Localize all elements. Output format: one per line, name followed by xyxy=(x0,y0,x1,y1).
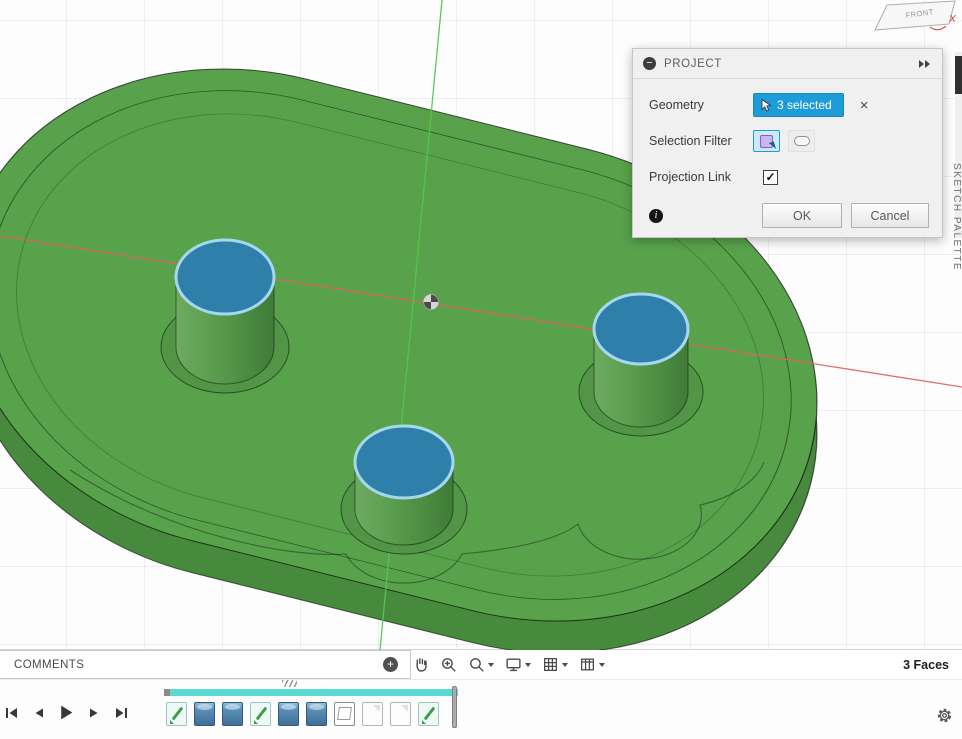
cylinder-boss-left[interactable] xyxy=(161,240,289,393)
timeline-items xyxy=(166,702,439,726)
selection-filter-row: Selection Filter xyxy=(649,123,930,159)
geometry-selected-button[interactable]: 3 selected xyxy=(753,93,844,117)
filter-bodies-button[interactable] xyxy=(753,130,780,152)
grid-icon xyxy=(542,656,559,673)
timeline-item-plane[interactable] xyxy=(390,702,411,726)
comments-panel[interactable]: COMMENTS + xyxy=(0,650,411,679)
timeline-settings-button[interactable] xyxy=(935,706,954,730)
pan-hand-icon xyxy=(412,656,429,673)
timeline-item-plane[interactable] xyxy=(362,702,383,726)
timeline-item-sketch[interactable] xyxy=(418,702,439,726)
pan-button[interactable] xyxy=(412,656,429,673)
display-monitor-icon xyxy=(505,656,522,673)
selected-face-left[interactable] xyxy=(176,240,274,314)
timeline-item-extrude[interactable] xyxy=(222,702,243,726)
dialog-footer: i OK Cancel xyxy=(633,195,942,228)
cylinder-boss-bottom[interactable] xyxy=(341,426,467,554)
step-forward-button[interactable] xyxy=(88,706,101,720)
zoom-fit-button[interactable] xyxy=(440,656,457,673)
selection-status: 3 Faces xyxy=(903,650,949,679)
timeline-grip-icon[interactable] xyxy=(282,680,297,687)
cylinder-boss-right[interactable] xyxy=(579,294,703,436)
step-back-button[interactable] xyxy=(32,706,45,720)
timeline-bar xyxy=(0,679,962,739)
selection-filter-label: Selection Filter xyxy=(649,134,753,148)
viewports-button[interactable] xyxy=(579,656,605,673)
dialog-title: PROJECT xyxy=(664,58,722,70)
ok-button[interactable]: OK xyxy=(762,203,842,228)
navigation-toolbar xyxy=(412,650,605,679)
timeline-item-extrude[interactable] xyxy=(306,702,327,726)
scrollbar-thumb[interactable] xyxy=(955,56,962,94)
dialog-header[interactable]: − PROJECT xyxy=(633,49,942,79)
timeline-item-sketch[interactable] xyxy=(250,702,271,726)
x-axis-label: X xyxy=(948,14,956,25)
zoom-icon xyxy=(468,656,485,673)
body-filter-icon xyxy=(760,135,773,148)
timeline-item-extrude[interactable] xyxy=(194,702,215,726)
comments-label: COMMENTS xyxy=(14,659,84,671)
go-to-end-button[interactable] xyxy=(114,706,129,720)
fusion-window: FRONT X SKETCH PALETTE − PROJECT Geometr… xyxy=(0,0,962,739)
filter-profile-button[interactable] xyxy=(788,130,815,152)
timeline-item-extrude[interactable] xyxy=(278,702,299,726)
selected-face-bottom[interactable] xyxy=(355,426,453,498)
project-dialog: − PROJECT Geometry 3 selected × Selectio… xyxy=(632,48,943,238)
viewports-layout-icon xyxy=(579,656,596,673)
origin-indicator[interactable] xyxy=(424,295,439,310)
timeline-position-handle[interactable] xyxy=(452,686,457,728)
dialog-body: Geometry 3 selected × Selection Filter xyxy=(633,79,942,195)
cursor-icon xyxy=(761,99,772,112)
selected-face-right[interactable] xyxy=(594,294,688,364)
zoom-dropdown-caret[interactable] xyxy=(488,663,494,667)
dock-arrows-icon[interactable] xyxy=(918,59,932,69)
projection-link-label: Projection Link xyxy=(649,170,753,184)
collapse-icon[interactable]: − xyxy=(643,57,656,70)
go-to-start-button[interactable] xyxy=(4,706,19,720)
add-comment-icon[interactable]: + xyxy=(383,657,398,672)
gear-icon xyxy=(935,706,954,725)
zoom-fit-icon xyxy=(440,656,457,673)
timeline-item-sketch[interactable] xyxy=(166,702,187,726)
sketch-palette-tab[interactable]: SKETCH PALETTE xyxy=(951,163,962,271)
profile-filter-icon xyxy=(794,136,810,146)
grid-snaps-button[interactable] xyxy=(542,656,568,673)
viewports-dropdown-caret[interactable] xyxy=(599,663,605,667)
display-dropdown-caret[interactable] xyxy=(525,663,531,667)
grid-dropdown-caret[interactable] xyxy=(562,663,568,667)
clear-selection-icon[interactable]: × xyxy=(860,98,869,113)
timeline-playback-controls xyxy=(4,704,129,721)
cancel-button[interactable]: Cancel xyxy=(851,203,929,228)
geometry-selected-count: 3 selected xyxy=(777,98,832,112)
x-axis-arc-icon xyxy=(930,26,946,30)
projection-link-row: Projection Link ✓ xyxy=(649,159,930,195)
timeline-marker-track[interactable] xyxy=(164,689,458,696)
info-icon[interactable]: i xyxy=(649,209,663,223)
viewcube[interactable]: FRONT X xyxy=(870,0,962,38)
zoom-button[interactable] xyxy=(468,656,494,673)
projection-link-checkbox[interactable]: ✓ xyxy=(763,170,778,185)
geometry-row: Geometry 3 selected × xyxy=(649,87,930,123)
display-settings-button[interactable] xyxy=(505,656,531,673)
timeline-item-box[interactable] xyxy=(334,702,355,726)
play-button[interactable] xyxy=(58,704,75,721)
geometry-label: Geometry xyxy=(649,98,753,112)
